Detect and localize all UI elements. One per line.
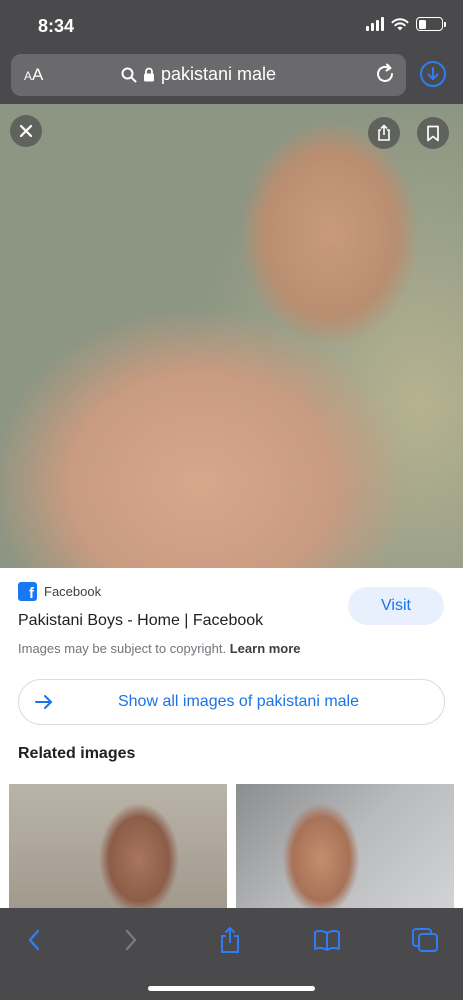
download-arrow-icon xyxy=(427,67,439,80)
home-indicator[interactable] xyxy=(148,986,315,991)
wifi-icon xyxy=(391,18,409,31)
cellular-signal-icon xyxy=(366,17,384,31)
tabs-icon[interactable] xyxy=(407,924,443,956)
copyright-notice: Images may be subject to copyright. Lear… xyxy=(18,641,301,656)
share-icon[interactable] xyxy=(368,117,400,149)
forward-icon[interactable] xyxy=(113,924,149,956)
bottom-toolbar xyxy=(0,908,463,1000)
lock-icon xyxy=(144,67,154,82)
result-title[interactable]: Pakistani Boys - Home | Facebook xyxy=(18,612,263,630)
book-icon xyxy=(314,929,340,951)
share-glyph-icon xyxy=(378,124,390,141)
text-size-small-label: A xyxy=(24,69,33,83)
share-icon[interactable] xyxy=(212,924,248,956)
visit-button[interactable]: Visit xyxy=(348,587,444,625)
bookmark-icon[interactable] xyxy=(417,117,449,149)
result-source[interactable]: f Facebook xyxy=(18,582,101,601)
related-image-thumbnail[interactable] xyxy=(236,784,454,908)
status-time: 8:34 xyxy=(38,16,75,36)
bookmarks-icon[interactable] xyxy=(309,924,345,956)
close-x-icon xyxy=(19,124,33,138)
status-bar: 8:34 xyxy=(0,0,463,52)
preview-image[interactable] xyxy=(0,104,463,568)
show-all-images-button[interactable]: Show all images of pakistani male xyxy=(18,679,445,725)
text-size-button[interactable]: AA xyxy=(24,65,43,85)
arrow-right-icon xyxy=(35,695,52,709)
bookmark-glyph-icon xyxy=(427,125,439,141)
battery-level xyxy=(418,19,427,29)
reload-icon[interactable] xyxy=(374,63,396,85)
search-icon xyxy=(121,67,137,82)
back-chevron-icon xyxy=(28,929,40,951)
download-icon[interactable] xyxy=(420,61,446,87)
url-text: pakistani male xyxy=(161,64,277,84)
forward-chevron-icon xyxy=(125,929,137,951)
back-icon[interactable] xyxy=(16,924,52,956)
learn-more-link[interactable]: Learn more xyxy=(230,641,301,656)
url-display[interactable]: pakistani male xyxy=(121,64,276,85)
tabs-overview-icon xyxy=(412,928,438,952)
text-size-large-label: A xyxy=(32,65,44,84)
source-name: Facebook xyxy=(44,584,102,599)
copyright-text: Images may be subject to copyright. xyxy=(18,641,227,656)
show-all-images-label: Show all images of pakistani male xyxy=(117,693,359,710)
related-image-thumbnail[interactable] xyxy=(9,784,227,908)
battery-icon xyxy=(416,17,446,31)
status-icons xyxy=(366,17,446,31)
facebook-logo-icon: f xyxy=(18,582,37,601)
related-images-heading: Related images xyxy=(18,745,136,762)
image-info-card: f Facebook Pakistani Boys - Home | Faceb… xyxy=(0,568,463,908)
address-bar-area: AA pakistani male xyxy=(0,52,463,104)
close-icon[interactable] xyxy=(10,115,42,147)
address-bar[interactable]: AA pakistani male xyxy=(11,54,406,96)
share-toolbar-icon xyxy=(221,926,239,953)
